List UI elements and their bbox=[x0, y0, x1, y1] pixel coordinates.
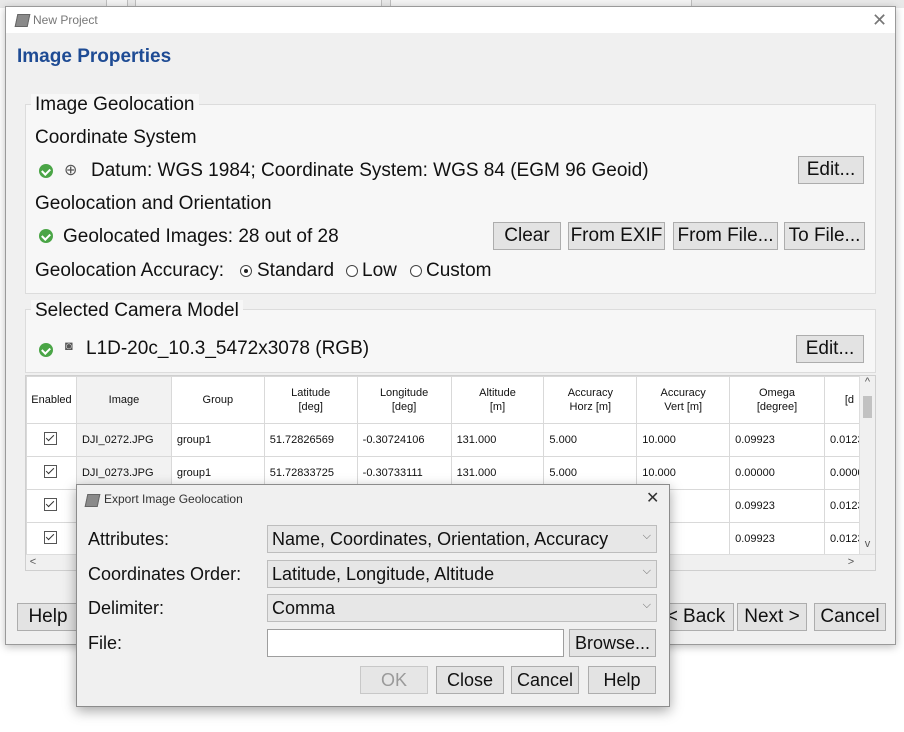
table-cell: 0.00000 bbox=[729, 456, 825, 490]
check-circle-icon bbox=[39, 343, 53, 357]
accuracy-custom-label[interactable]: Custom bbox=[426, 260, 491, 282]
delimiter-value: Comma bbox=[272, 597, 336, 618]
attributes-value: Name, Coordinates, Orientation, Accuracy bbox=[272, 528, 609, 549]
accuracy-custom-radio[interactable] bbox=[410, 265, 422, 277]
table-cell: 0.09923 bbox=[729, 489, 825, 523]
enabled-checkbox[interactable] bbox=[44, 432, 58, 445]
enabled-cell[interactable] bbox=[26, 456, 77, 490]
dialog-help-button[interactable]: Help bbox=[588, 666, 656, 694]
table-row[interactable]: DJI_0272.JPG group1 51.72826569 -0.30724106… bbox=[26, 423, 875, 457]
table-cell: 51.72826569 bbox=[263, 423, 358, 457]
column-header[interactable]: Accuracy Vert [m] bbox=[636, 376, 731, 424]
window-titlebar: New Project ✕ bbox=[6, 7, 895, 33]
enabled-checkbox[interactable] bbox=[44, 498, 58, 511]
scroll-down-arrow[interactable]: v bbox=[860, 538, 875, 550]
cancel-button[interactable]: Cancel bbox=[814, 603, 886, 631]
column-header[interactable]: Altitude [m] bbox=[450, 376, 545, 424]
accuracy-standard-label[interactable]: Standard bbox=[257, 260, 334, 282]
chevron-down-icon: ⌵ bbox=[642, 565, 651, 577]
scroll-right-arrow[interactable]: > bbox=[846, 556, 856, 568]
file-path-input[interactable] bbox=[267, 629, 564, 657]
camera-model-text: L1D-20c_10.3_5472x3078 (RGB) bbox=[86, 338, 370, 359]
enabled-cell[interactable] bbox=[26, 522, 77, 556]
enabled-checkbox[interactable] bbox=[44, 531, 58, 544]
table-cell: 0.09923 bbox=[729, 522, 825, 556]
camera-model-edit-button[interactable]: Edit... bbox=[796, 335, 864, 363]
clear-button[interactable]: Clear bbox=[493, 222, 561, 250]
coordinate-system-label: Coordinate System bbox=[35, 127, 197, 148]
attributes-select[interactable]: Name, Coordinates, Orientation, Accuracy… bbox=[267, 525, 657, 553]
vertical-scrollbar[interactable]: ^ v bbox=[859, 376, 875, 554]
chevron-down-icon: ⌵ bbox=[642, 599, 651, 611]
dialog-cancel-button[interactable]: Cancel bbox=[511, 666, 579, 694]
enabled-cell[interactable] bbox=[26, 423, 77, 457]
close-icon[interactable]: ✕ bbox=[872, 11, 887, 29]
from-file-button[interactable]: From File... bbox=[673, 222, 778, 250]
coordinates-order-select[interactable]: Latitude, Longitude, Altitude ⌵ bbox=[267, 560, 657, 588]
check-circle-icon bbox=[39, 229, 53, 243]
enabled-cell[interactable] bbox=[26, 489, 77, 523]
scrollbar-thumb[interactable] bbox=[863, 396, 872, 418]
datum-text: Datum: WGS 1984; Coordinate System: WGS … bbox=[91, 160, 649, 181]
geolocated-images-text: Geolocated Images: 28 out of 28 bbox=[63, 226, 339, 247]
table-cell: 131.000 bbox=[450, 423, 545, 457]
table-cell: group1 bbox=[170, 423, 265, 457]
file-label: File: bbox=[88, 633, 123, 653]
globe-icon: ⊕ bbox=[64, 162, 78, 179]
next-button[interactable]: Next > bbox=[737, 603, 807, 631]
accuracy-low-radio[interactable] bbox=[346, 265, 358, 277]
table-cell: 10.000 bbox=[636, 423, 731, 457]
camera-icon: ◙ bbox=[65, 338, 73, 353]
dialog-close-button[interactable]: Close bbox=[436, 666, 504, 694]
camera-model-heading: Selected Camera Model bbox=[31, 300, 243, 322]
scroll-left-arrow[interactable]: < bbox=[28, 556, 38, 568]
coordinates-order-value: Latitude, Longitude, Altitude bbox=[272, 563, 495, 584]
accuracy-low-label[interactable]: Low bbox=[362, 260, 397, 282]
dialog-app-icon bbox=[84, 494, 101, 507]
attributes-label: Attributes: bbox=[88, 529, 170, 549]
table-cell: -0.30724106 bbox=[356, 423, 452, 457]
enabled-checkbox[interactable] bbox=[44, 465, 58, 478]
column-header[interactable]: Longitude [deg] bbox=[356, 376, 452, 424]
delimiter-select[interactable]: Comma ⌵ bbox=[267, 594, 657, 622]
table-cell: DJI_0272.JPG bbox=[75, 423, 172, 457]
column-header[interactable]: Image bbox=[75, 376, 172, 424]
from-exif-button[interactable]: From EXIF bbox=[568, 222, 665, 250]
window-title: New Project bbox=[33, 13, 98, 27]
column-header[interactable]: Latitude [deg] bbox=[263, 376, 358, 424]
column-header[interactable]: Enabled bbox=[26, 376, 77, 424]
dialog-title: Export Image Geolocation bbox=[104, 492, 243, 506]
help-button[interactable]: Help bbox=[17, 603, 79, 631]
coordinates-order-label: Coordinates Order: bbox=[88, 564, 242, 584]
column-header[interactable]: Group bbox=[170, 376, 265, 424]
browse-button[interactable]: Browse... bbox=[569, 629, 656, 657]
to-file-button[interactable]: To File... bbox=[784, 222, 865, 250]
export-geolocation-dialog: Export Image Geolocation ✕ Attributes: N… bbox=[76, 484, 670, 707]
page-title: Image Properties bbox=[17, 46, 172, 67]
geolocation-accuracy-label: Geolocation Accuracy: bbox=[35, 260, 225, 281]
column-header[interactable]: Omega [degree] bbox=[729, 376, 825, 424]
delimiter-label: Delimiter: bbox=[88, 598, 165, 618]
app-icon bbox=[14, 14, 31, 27]
accuracy-standard-radio[interactable] bbox=[240, 265, 252, 277]
check-circle-icon bbox=[39, 164, 53, 178]
chevron-down-icon: ⌵ bbox=[642, 530, 651, 542]
image-geolocation-heading: Image Geolocation bbox=[31, 94, 199, 116]
ok-button[interactable]: OK bbox=[360, 666, 428, 694]
geolocation-orientation-label: Geolocation and Orientation bbox=[35, 193, 272, 214]
column-header[interactable]: Accuracy Horz [m] bbox=[543, 376, 638, 424]
table-cell: 0.09923 bbox=[729, 423, 825, 457]
dialog-close-icon[interactable]: ✕ bbox=[646, 490, 659, 508]
coordinate-system-edit-button[interactable]: Edit... bbox=[798, 156, 864, 184]
table-cell: 5.000 bbox=[543, 423, 638, 457]
scroll-up-arrow[interactable]: ^ bbox=[860, 376, 875, 388]
